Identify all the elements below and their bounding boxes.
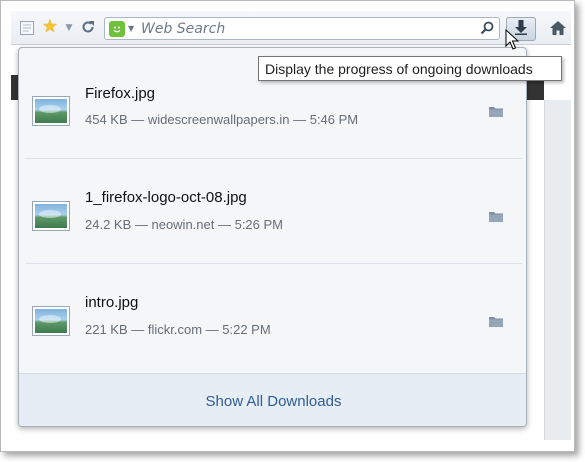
star-icon[interactable]: ★ [41, 18, 59, 36]
home-icon[interactable] [547, 17, 569, 39]
show-all-downloads-link[interactable]: Show All Downloads [206, 393, 342, 410]
chevron-down-icon[interactable]: ▼ [63, 21, 75, 35]
download-filename: intro.jpg [85, 294, 139, 311]
folder-icon[interactable] [489, 207, 503, 222]
page-scrollbar[interactable] [544, 100, 571, 440]
download-details: 454 KB — widescreenwallpapers.in — 5:46 … [85, 112, 359, 127]
panel-footer: Show All Downloads [19, 373, 526, 426]
search-bar: ▼ [104, 17, 500, 40]
reload-icon[interactable] [79, 18, 97, 36]
downloads-tooltip: Display the progress of ongoing download… [258, 56, 562, 81]
image-thumbnail [32, 201, 70, 231]
navigation-toolbar: ★ ▼ ▼ [11, 11, 571, 45]
download-details: 24.2 KB — neowin.net — 5:26 PM [85, 217, 283, 232]
download-item[interactable]: intro.jpg 221 KB — flickr.com — 5:22 PM [19, 263, 526, 366]
image-thumbnail [32, 306, 70, 336]
download-filename: 1_firefox-logo-oct-08.jpg [85, 189, 247, 206]
download-filename: Firefox.jpg [85, 85, 156, 102]
search-engine-icon[interactable] [109, 21, 125, 37]
magnifier-icon[interactable] [479, 20, 495, 36]
download-details: 221 KB — flickr.com — 5:22 PM [85, 322, 271, 337]
engine-dropdown-icon[interactable]: ▼ [128, 24, 134, 33]
folder-icon[interactable] [489, 312, 503, 327]
folder-icon[interactable] [489, 102, 503, 117]
page-icon [19, 20, 35, 36]
search-input[interactable] [141, 19, 461, 38]
mouse-cursor-icon [505, 29, 519, 50]
image-thumbnail [32, 96, 70, 126]
download-item[interactable]: 1_firefox-logo-oct-08.jpg 24.2 KB — neow… [19, 158, 526, 261]
downloads-panel: Firefox.jpg 454 KB — widescreenwallpaper… [18, 47, 527, 427]
